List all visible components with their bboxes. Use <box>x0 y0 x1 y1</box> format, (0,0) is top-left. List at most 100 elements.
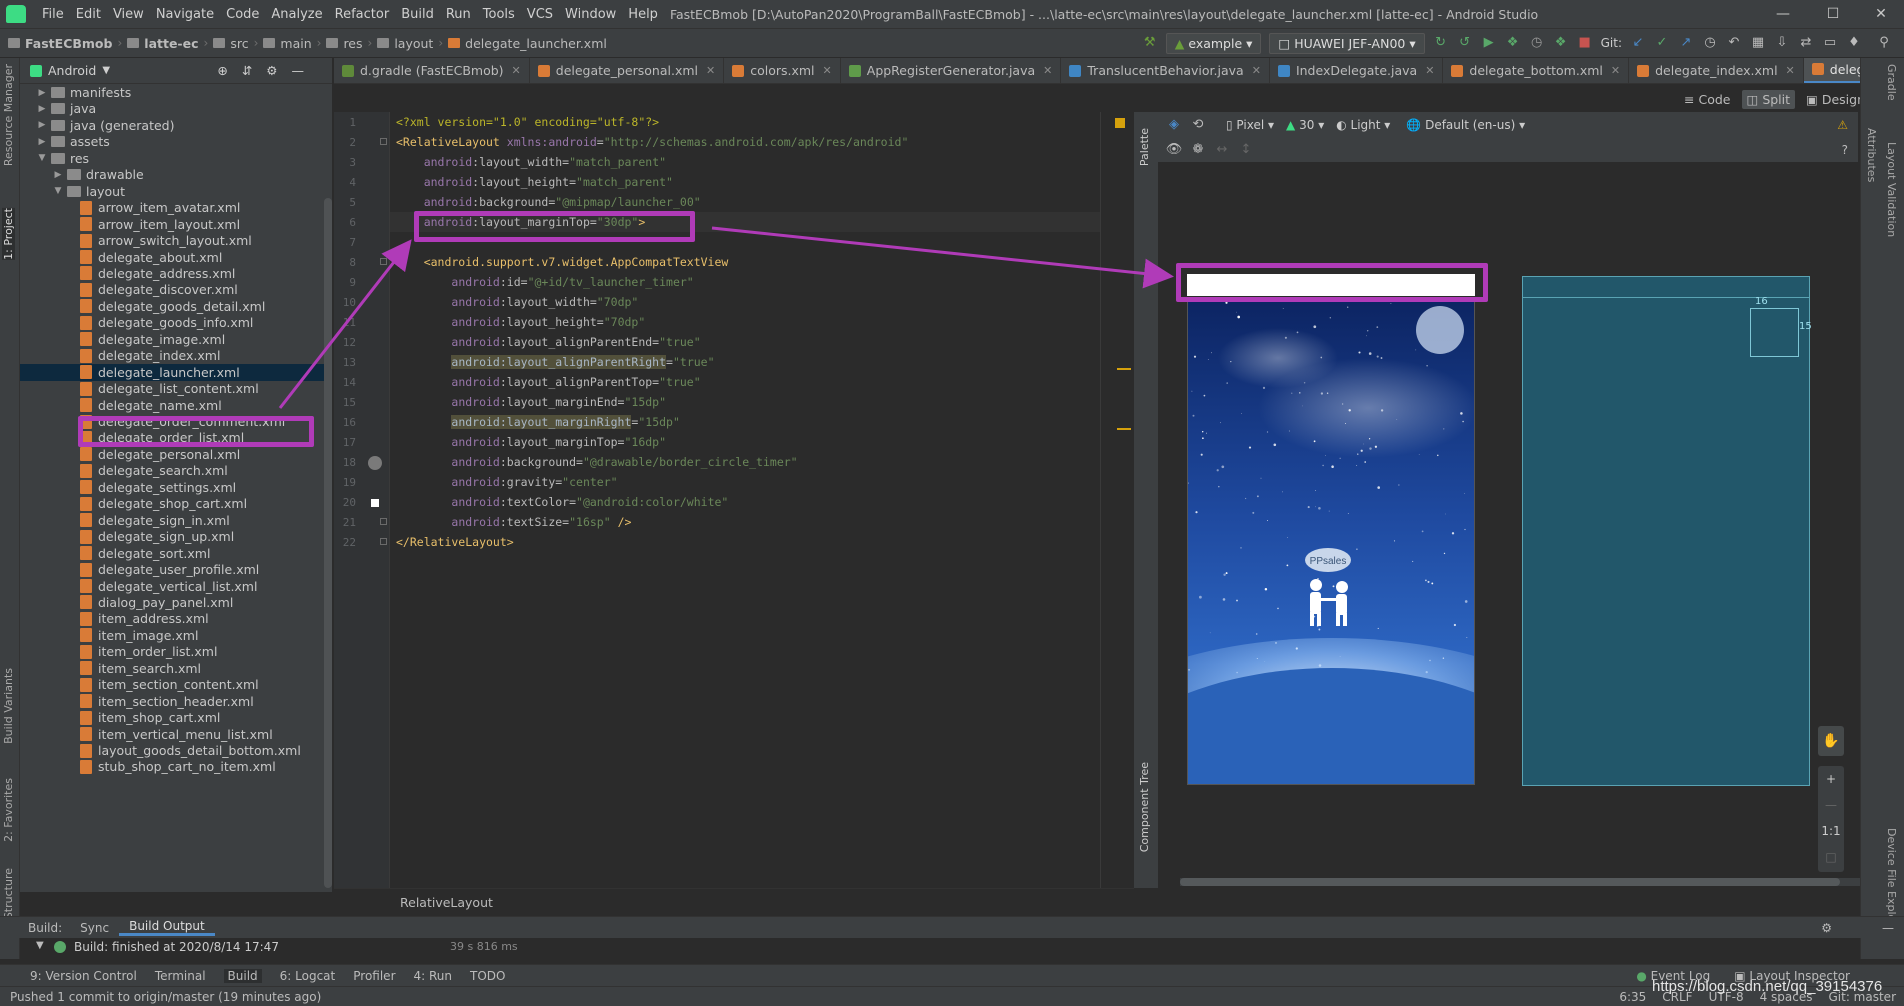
code-line[interactable]: android:layout_alignParentRight="true" <box>396 352 715 372</box>
tree-file[interactable]: dialog_pay_panel.xml <box>20 594 330 611</box>
chevron-right-icon[interactable]: ▶ <box>36 120 48 130</box>
tree-file[interactable]: item_image.xml <box>20 627 330 644</box>
tree-file[interactable]: delegate_settings.xml <box>20 479 330 496</box>
build-variants-tab[interactable]: Build Variants <box>2 668 15 744</box>
menu-item[interactable]: VCS <box>521 7 559 22</box>
tree-file[interactable]: item_vertical_menu_list.xml <box>20 726 330 743</box>
autoconnect-icon[interactable]: ❁ <box>1188 141 1208 159</box>
editor-tab[interactable]: colors.xml ✕ <box>724 58 841 83</box>
git-commit-icon[interactable]: ✓ <box>1652 34 1672 52</box>
fold-marker-icon[interactable] <box>380 258 387 265</box>
device-select[interactable]: □ HUAWEI JEF-AN00 ▾ <box>1269 32 1425 54</box>
caret-position[interactable]: 6:35 <box>1611 990 1654 1004</box>
fold-marker-icon[interactable] <box>380 518 387 525</box>
tree-file[interactable]: layout_goods_detail_bottom.xml <box>20 742 330 759</box>
tree-file[interactable]: delegate_goods_detail.xml <box>20 298 330 315</box>
layout-validation-tab[interactable]: Layout Validation <box>1885 142 1898 237</box>
tool-window-button[interactable]: TODO <box>470 969 505 983</box>
tree-file[interactable]: arrow_switch_layout.xml <box>20 232 330 249</box>
editor-tab[interactable]: AppRegisterGenerator.java ✕ <box>841 58 1062 83</box>
tree-file[interactable]: delegate_sort.xml <box>20 545 330 562</box>
project-toolbar[interactable]: ⊕⇵⚙— <box>217 63 318 78</box>
close-tab-icon[interactable]: ✕ <box>1611 64 1620 77</box>
close-tab-icon[interactable]: ✕ <box>1252 64 1261 77</box>
theme-select[interactable]: ◐ Light ▾ <box>1336 118 1390 132</box>
close-button[interactable]: ✕ <box>1858 0 1904 28</box>
tool-window-button[interactable]: Terminal <box>155 969 206 983</box>
project-view-select[interactable]: Android <box>48 63 96 78</box>
palette-tab[interactable]: Palette <box>1138 128 1151 166</box>
tree-file[interactable]: delegate_about.xml <box>20 249 330 266</box>
search-icon[interactable]: ⚲ <box>1874 34 1894 52</box>
split-mode-button[interactable]: ◫ Split <box>1741 89 1796 109</box>
tree-file[interactable]: delegate_name.xml <box>20 397 330 414</box>
code-line[interactable]: android:layout_height="70dp" <box>396 312 645 332</box>
code-line[interactable]: android:layout_marginTop="16dp" <box>396 432 666 452</box>
close-tab-icon[interactable]: ✕ <box>512 64 521 77</box>
tree-file[interactable]: item_section_header.xml <box>20 693 330 710</box>
tree-file[interactable]: delegate_sign_in.xml <box>20 512 330 529</box>
api-level-select[interactable]: ▲ 30 ▾ <box>1286 118 1324 132</box>
zoom-in-button[interactable]: + <box>1818 766 1844 792</box>
tree-file[interactable]: delegate_image.xml <box>20 331 330 348</box>
menu-item[interactable]: Navigate <box>150 7 220 22</box>
tool-window-button[interactable]: 6: Logcat <box>280 969 336 983</box>
chevron-down-icon[interactable]: ▼ <box>102 65 110 76</box>
tree-file[interactable]: delegate_discover.xml <box>20 281 330 298</box>
avd-manager-icon[interactable]: ▭ <box>1820 34 1840 52</box>
tree-folder[interactable]: ▶ assets <box>20 133 330 150</box>
code-line[interactable]: <?xml version="1.0" encoding="utf-8"?> <box>396 112 659 132</box>
warning-marker[interactable] <box>1117 428 1131 430</box>
git-update-icon[interactable]: ↙ <box>1628 34 1648 52</box>
tree-file[interactable]: delegate_sign_up.xml <box>20 528 330 545</box>
tree-file[interactable]: delegate_list_content.xml <box>20 380 330 397</box>
project-structure-icon[interactable]: ▦ <box>1748 34 1768 52</box>
attributes-tab[interactable]: Attributes <box>1865 128 1878 182</box>
tree-file[interactable]: item_order_list.xml <box>20 643 330 660</box>
breadcrumb-item[interactable]: latte-ec <box>123 36 202 51</box>
code-line[interactable]: <android.support.v7.widget.AppCompatText… <box>396 252 729 272</box>
minimize-button[interactable]: — <box>1760 0 1806 28</box>
chevron-right-icon[interactable]: ▶ <box>52 170 64 180</box>
menu-item[interactable]: Run <box>440 7 477 22</box>
gradle-tab[interactable]: Gradle <box>1885 64 1898 101</box>
zoom-1to1-button[interactable]: 1:1 <box>1818 818 1844 844</box>
assistant-icon[interactable]: ♦ <box>1844 34 1864 52</box>
warning-marker-icon[interactable] <box>1115 118 1125 128</box>
sdk-manager-icon[interactable]: ⇩ <box>1772 34 1792 52</box>
close-tab-icon[interactable]: ✕ <box>706 64 715 77</box>
tree-file[interactable]: item_shop_cart.xml <box>20 709 330 726</box>
project-scrollbar[interactable] <box>324 198 332 888</box>
build-output-tab[interactable]: Build Output <box>119 919 215 936</box>
code-line[interactable]: android:id="@+id/tv_launcher_timer" <box>396 272 693 292</box>
warning-icon[interactable]: ⚠ <box>1837 118 1848 132</box>
tree-folder[interactable]: ▶ java <box>20 100 330 117</box>
chevron-right-icon[interactable]: ▶ <box>36 88 48 98</box>
fold-marker-icon[interactable] <box>380 138 387 145</box>
tree-file[interactable]: delegate_vertical_list.xml <box>20 578 330 595</box>
profile-icon[interactable]: ◷ <box>1527 34 1547 52</box>
close-tab-icon[interactable]: ✕ <box>1043 64 1052 77</box>
debug-icon[interactable]: ❖ <box>1503 34 1523 52</box>
build-status[interactable]: Build: finished at 2020/8/14 17:47 <box>74 940 279 954</box>
code-line[interactable]: android:layout_width="match_parent" <box>396 152 666 172</box>
view-options-icon[interactable]: 👁 <box>1164 141 1184 159</box>
pan-hand-icon[interactable]: ✋ <box>1818 726 1844 756</box>
code-line[interactable]: </RelativeLayout> <box>396 532 514 552</box>
favorites-tab[interactable]: 2: Favorites <box>2 778 15 842</box>
code-line[interactable]: android:background="@drawable/border_cir… <box>396 452 797 472</box>
code-line[interactable]: android:layout_alignParentEnd="true" <box>396 332 700 352</box>
device-preview-select[interactable]: ▯ Pixel ▾ <box>1226 118 1274 132</box>
breadcrumb-item[interactable]: main <box>259 36 315 51</box>
chevron-right-icon[interactable]: ▶ <box>36 104 48 114</box>
tree-folder[interactable]: ▼ res <box>20 150 330 167</box>
tree-file[interactable]: delegate_index.xml <box>20 347 330 364</box>
tree-file[interactable]: delegate_user_profile.xml <box>20 561 330 578</box>
close-tab-icon[interactable]: ✕ <box>1786 64 1795 77</box>
code-line[interactable]: android:textColor="@android:color/white" <box>396 492 728 512</box>
tree-file[interactable]: delegate_search.xml <box>20 462 330 479</box>
tool-window-button[interactable]: Profiler <box>353 969 395 983</box>
code-line[interactable]: android:layout_height="match_parent" <box>396 172 673 192</box>
sync-gradle-icon[interactable]: ⇄ <box>1796 34 1816 52</box>
margin-h-icon[interactable]: ↔ <box>1212 141 1232 159</box>
